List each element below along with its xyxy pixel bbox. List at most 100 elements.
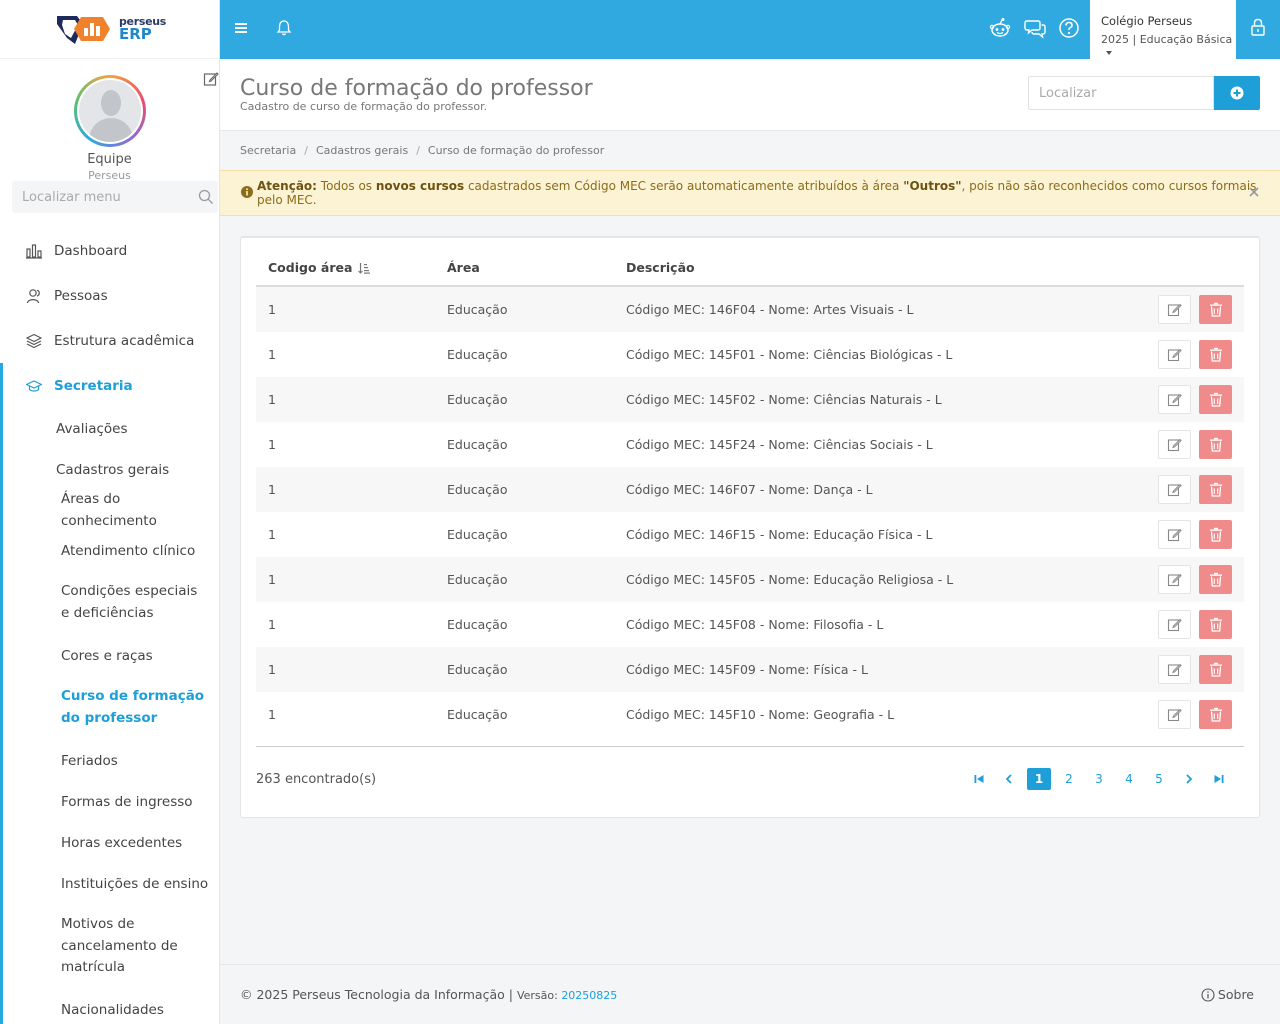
next-page-icon[interactable] (1177, 768, 1201, 790)
edit-button[interactable] (1158, 385, 1191, 414)
edit-button[interactable] (1158, 295, 1191, 324)
delete-button[interactable] (1199, 610, 1232, 639)
bell-icon[interactable] (275, 19, 293, 41)
cell-area: Educação (447, 302, 508, 317)
cell-area: Educação (447, 347, 508, 362)
nav-pessoas[interactable]: Pessoas (0, 273, 219, 318)
nav-atendimento-clinico[interactable]: Atendimento clínico (3, 531, 219, 572)
nav-areas-conhecimento[interactable]: Áreas do conhecimento (3, 490, 219, 531)
page-2[interactable]: 2 (1057, 768, 1081, 790)
search-input[interactable] (1029, 77, 1213, 109)
edit-button[interactable] (1158, 430, 1191, 459)
delete-button[interactable] (1199, 700, 1232, 729)
about-link[interactable]: Sobre (1201, 987, 1254, 1002)
delete-button[interactable] (1199, 385, 1232, 414)
nav-condicoes-especiais[interactable]: Condições especiais e deficiências (3, 572, 219, 636)
version-link[interactable]: 20250825 (561, 989, 617, 1002)
nav-curso-formacao[interactable]: Curso de formação do professor (3, 677, 219, 741)
nav-motivos-cancelamento[interactable]: Motivos de cancelamento de matrícula (3, 905, 219, 991)
edit-button[interactable] (1158, 520, 1191, 549)
cell-codigo-area: 1 (268, 302, 276, 317)
table-row[interactable]: 1 Educação Código MEC: 146F04 - Nome: Arte… (256, 287, 1244, 332)
prev-page-icon[interactable] (997, 768, 1021, 790)
layers-icon (26, 333, 42, 348)
help-icon[interactable] (1058, 17, 1080, 43)
page-4[interactable]: 4 (1117, 768, 1141, 790)
edit-button[interactable] (1158, 475, 1191, 504)
nav-nacionalidades[interactable]: Nacionalidades (3, 991, 219, 1024)
nav-formas-ingresso[interactable]: Formas de ingresso (3, 782, 219, 823)
table-row[interactable]: 1 Educação Código MEC: 145F08 - Nome: Filo… (256, 602, 1244, 647)
delete-button[interactable] (1199, 655, 1232, 684)
school-selector[interactable]: Colégio Perseus 2025 | Educação Básica (1090, 0, 1236, 59)
col-codigo-area[interactable]: Codigo área (256, 260, 435, 275)
table-row[interactable]: 1 Educação Código MEC: 145F02 - Nome: Ciên… (256, 377, 1244, 422)
edit-button[interactable] (1158, 700, 1191, 729)
delete-button[interactable] (1199, 295, 1232, 324)
nav-estrutura[interactable]: Estrutura acadêmica (0, 318, 219, 363)
chat-icon[interactable] (1024, 17, 1046, 43)
close-icon[interactable] (1248, 186, 1260, 201)
row-actions (1144, 520, 1244, 549)
nav-secretaria[interactable]: Secretaria (3, 363, 219, 408)
table-row[interactable]: 1 Educação Código MEC: 145F10 - Nome: Geog… (256, 692, 1244, 737)
nav-instituicoes-ensino[interactable]: Instituições de ensino (3, 864, 219, 905)
col-area[interactable]: Área (435, 260, 614, 275)
menu-search-input[interactable] (12, 181, 218, 213)
nav-cadastros-gerais[interactable]: Cadastros gerais (3, 449, 219, 490)
page-5[interactable]: 5 (1147, 768, 1171, 790)
delete-button[interactable] (1199, 565, 1232, 594)
cell-codigo-area: 1 (268, 392, 276, 407)
profile-name: Equipe (87, 152, 132, 167)
cell-area: Educação (447, 617, 508, 632)
search-icon[interactable] (198, 189, 214, 209)
nav-horas-excedentes[interactable]: Horas excedentes (3, 823, 219, 864)
cell-area: Educação (447, 707, 508, 722)
alert-b2: "Outros" (903, 179, 962, 193)
school-period-label: 2025 | Educação Básica (1101, 33, 1233, 46)
trash-icon (1209, 392, 1223, 407)
col-descricao[interactable]: Descrição (614, 260, 1144, 275)
hamburger-menu-icon[interactable] (233, 20, 249, 40)
last-page-icon[interactable] (1207, 768, 1231, 790)
table-row[interactable]: 1 Educação Código MEC: 145F01 - Nome: Ciên… (256, 332, 1244, 377)
edit-profile-icon[interactable] (203, 71, 219, 87)
search-box (1028, 76, 1214, 110)
avatar[interactable] (73, 75, 146, 147)
table-row[interactable]: 1 Educação Código MEC: 145F09 - Nome: Físi… (256, 647, 1244, 692)
lock-icon[interactable] (1250, 18, 1266, 40)
nav-feriados[interactable]: Feriados (3, 741, 219, 782)
table-row[interactable]: 1 Educação Código MEC: 145F05 - Nome: Educ… (256, 557, 1244, 602)
edit-button[interactable] (1158, 340, 1191, 369)
table-row[interactable]: 1 Educação Código MEC: 146F07 - Nome: Danç… (256, 467, 1244, 512)
page-1[interactable]: 1 (1027, 768, 1051, 790)
add-button[interactable] (1214, 76, 1260, 110)
breadcrumb-cadastros[interactable]: Cadastros gerais (316, 144, 408, 157)
nav-avaliacoes[interactable]: Avaliações (3, 408, 219, 449)
edit-button[interactable] (1158, 655, 1191, 684)
cell-area: Educação (447, 437, 508, 452)
row-actions (1144, 700, 1244, 729)
trash-icon (1209, 707, 1223, 722)
first-page-icon[interactable] (967, 768, 991, 790)
logo[interactable]: perseus ERP (0, 0, 219, 59)
delete-button[interactable] (1199, 520, 1232, 549)
edit-button[interactable] (1158, 610, 1191, 639)
sidebar: perseus ERP Equipe Perseus Dashboard Pes… (0, 0, 220, 1024)
breadcrumb-secretaria[interactable]: Secretaria (240, 144, 296, 157)
cell-codigo-area: 1 (268, 572, 276, 587)
table-row[interactable]: 1 Educação Código MEC: 145F24 - Nome: Ciên… (256, 422, 1244, 467)
edit-button[interactable] (1158, 565, 1191, 594)
nav-dashboard[interactable]: Dashboard (0, 228, 219, 273)
row-actions (1144, 610, 1244, 639)
robot-icon[interactable] (989, 17, 1011, 43)
page-3[interactable]: 3 (1087, 768, 1111, 790)
nav-cores-racas[interactable]: Cores e raças (3, 636, 219, 677)
delete-button[interactable] (1199, 430, 1232, 459)
delete-button[interactable] (1199, 475, 1232, 504)
cell-descricao: Código MEC: 146F07 - Nome: Dança - L (626, 482, 873, 497)
table-row[interactable]: 1 Educação Código MEC: 146F15 - Nome: Educ… (256, 512, 1244, 557)
cell-area: Educação (447, 527, 508, 542)
delete-button[interactable] (1199, 340, 1232, 369)
profile: Equipe Perseus (0, 59, 219, 182)
